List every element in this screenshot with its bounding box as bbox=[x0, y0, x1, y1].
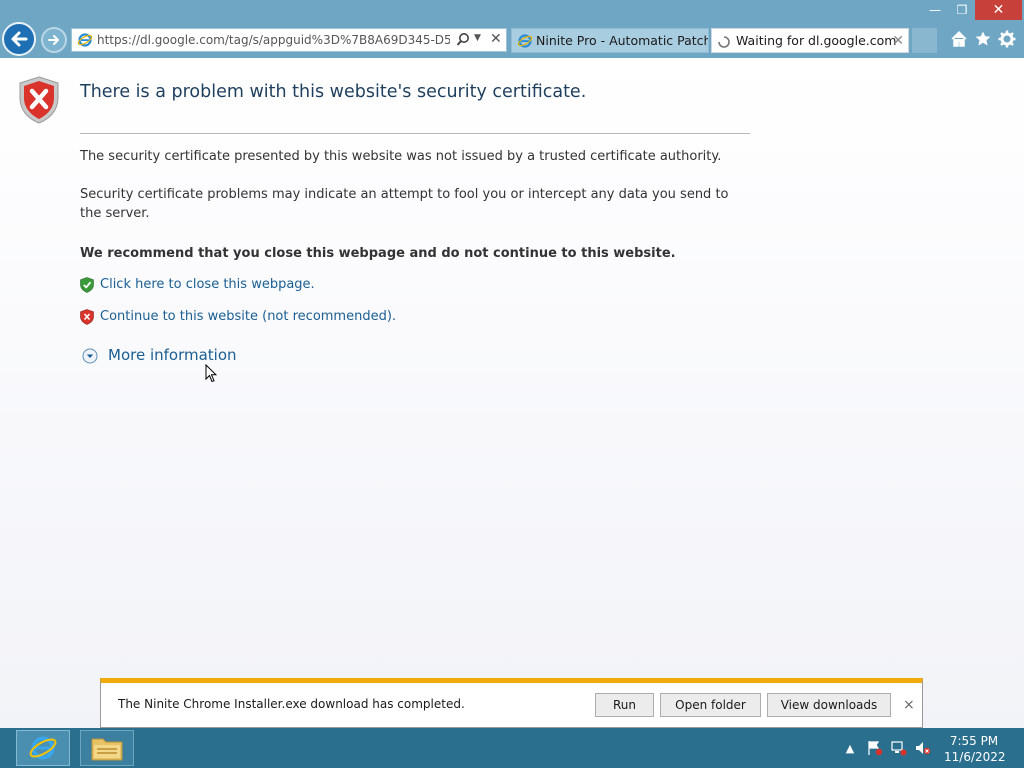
shield-error-icon bbox=[18, 76, 60, 128]
home-icon[interactable] bbox=[949, 29, 969, 49]
close-webpage-link-text[interactable]: Click here to close this webpage. bbox=[100, 277, 315, 292]
forward-button[interactable] bbox=[41, 27, 67, 53]
back-arrow-icon bbox=[11, 31, 28, 47]
taskbar-file-explorer[interactable] bbox=[80, 730, 134, 766]
ie-icon bbox=[517, 33, 533, 52]
search-icon[interactable] bbox=[456, 32, 470, 51]
browser-chrome: — ❐ ✕ https://dl.google.com/tag/s/appgui… bbox=[0, 0, 1024, 58]
tab-label: Waiting for dl.google.com bbox=[736, 33, 897, 48]
taskbar-internet-explorer[interactable] bbox=[16, 730, 70, 766]
favorites-star-icon[interactable] bbox=[973, 29, 993, 49]
download-notification-bar: The Ninite Chrome Installer.exe download… bbox=[100, 678, 923, 728]
clock-date: 11/6/2022 bbox=[944, 750, 1006, 764]
tab-ninite[interactable]: Ninite Pro - Automatic Patchin... bbox=[511, 28, 709, 53]
clock-time: 7:55 PM bbox=[949, 734, 999, 748]
folder-icon bbox=[91, 738, 123, 761]
close-window-button[interactable]: ✕ bbox=[975, 0, 1022, 20]
url-text[interactable]: https://dl.google.com/tag/s/appguid%3D%7… bbox=[97, 29, 450, 51]
close-tab-icon[interactable]: ✕ bbox=[892, 29, 904, 52]
stop-icon[interactable]: ✕ bbox=[490, 31, 502, 47]
loading-spinner-icon bbox=[717, 33, 731, 52]
ie-icon bbox=[77, 32, 93, 52]
chevron-down-icon[interactable]: ▼ bbox=[474, 33, 481, 43]
warning-description: Security certificate problems may indica… bbox=[80, 187, 729, 221]
shield-check-icon bbox=[80, 277, 94, 297]
download-message: The Ninite Chrome Installer.exe download… bbox=[118, 697, 465, 711]
shield-error-small-icon bbox=[80, 309, 94, 329]
expand-chevron-icon bbox=[82, 348, 98, 368]
tab-waiting[interactable]: Waiting for dl.google.com ✕ bbox=[711, 28, 909, 53]
mouse-cursor-icon bbox=[205, 363, 218, 387]
taskbar: ▲ 7:55 PM 11/6/2022 bbox=[0, 728, 1024, 768]
open-folder-button[interactable]: Open folder bbox=[660, 693, 761, 717]
close-icon[interactable]: × bbox=[903, 697, 915, 713]
show-hidden-icons-chevron-icon[interactable]: ▲ bbox=[844, 740, 856, 756]
run-button[interactable]: Run bbox=[595, 693, 654, 717]
network-icon[interactable] bbox=[890, 740, 908, 756]
new-tab-button[interactable] bbox=[912, 28, 937, 53]
system-clock[interactable]: 7:55 PM 11/6/2022 bbox=[944, 733, 1006, 765]
certificate-description: The security certificate presented by th… bbox=[80, 149, 722, 164]
forward-arrow-icon bbox=[48, 35, 59, 45]
more-information-text[interactable]: More information bbox=[108, 346, 237, 364]
back-button[interactable] bbox=[2, 22, 36, 56]
tab-label: Ninite Pro - Automatic Patchin... bbox=[536, 33, 709, 48]
recommendation-text: We recommend that you close this webpage… bbox=[80, 246, 676, 261]
continue-website-link-text[interactable]: Continue to this website (not recommende… bbox=[100, 309, 396, 324]
address-bar[interactable]: https://dl.google.com/tag/s/appguid%3D%7… bbox=[71, 28, 507, 52]
action-center-flag-icon[interactable] bbox=[866, 740, 884, 756]
restore-button[interactable]: ❐ bbox=[949, 0, 975, 20]
gear-icon[interactable] bbox=[997, 29, 1017, 49]
minimize-button[interactable]: — bbox=[921, 0, 949, 20]
ie-icon bbox=[29, 736, 57, 760]
divider bbox=[80, 133, 750, 134]
view-downloads-button[interactable]: View downloads bbox=[767, 693, 891, 717]
certificate-error-page: There is a problem with this website's s… bbox=[0, 58, 1024, 728]
page-title: There is a problem with this website's s… bbox=[80, 82, 587, 102]
volume-muted-icon[interactable] bbox=[914, 740, 932, 756]
